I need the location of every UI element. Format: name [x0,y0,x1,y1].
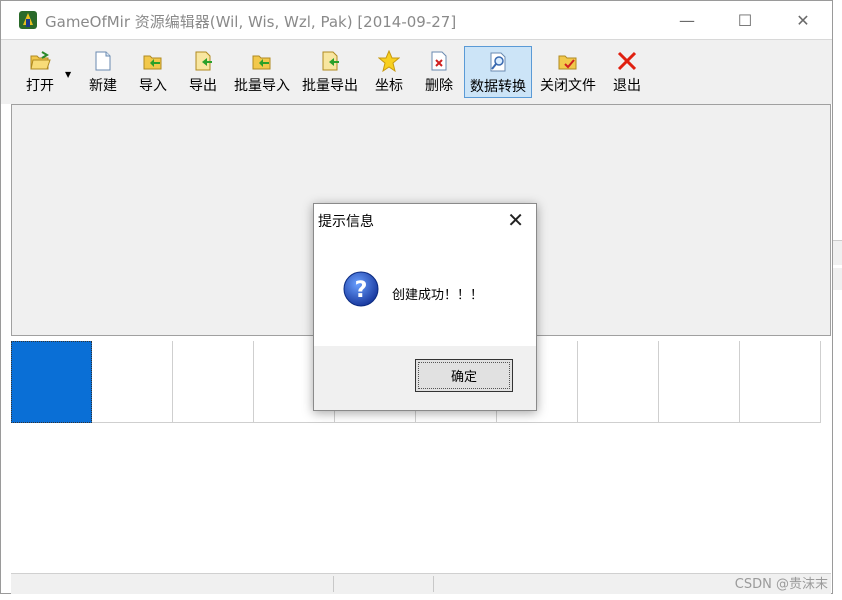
batch-export-label: 批量导出 [302,78,358,94]
convert-button[interactable]: 数据转换 [464,46,532,98]
delete-button[interactable]: 删除 [419,46,459,98]
new-label: 新建 [89,78,117,94]
dialog-title-bar: 提示信息 ✕ [314,204,536,236]
dialog-message: 创建成功！！！ [392,288,484,303]
star-icon [378,50,400,72]
window-title: GameOfMir 资源编辑器(Wil, Wis, Wzl, Pak) [201… [45,13,457,31]
title-bar: GameOfMir 资源编辑器(Wil, Wis, Wzl, Pak) [201… [1,1,832,39]
status-separator [333,576,334,592]
close-file-button[interactable]: 关闭文件 [537,46,599,98]
export-icon [195,51,212,71]
dialog-title: 提示信息 [318,214,374,230]
grid-cell[interactable] [11,341,92,423]
open-label: 打开 [26,78,54,94]
batch-import-label: 批量导入 [234,78,290,94]
toolbar: 打开 ▼ 新建 导入 导出 批量导入 批量导出 坐标 删除 数据转换 关闭文件 … [1,39,832,104]
app-logo-icon [19,11,37,29]
grid-cell[interactable] [659,341,740,423]
background-window-fragment [833,268,842,290]
message-dialog: 提示信息 ✕ ? 创建成功！！！ 确定 [313,203,537,411]
import-label: 导入 [139,78,167,94]
batch-import-icon [252,55,271,70]
minimize-button[interactable]: — [658,1,716,39]
watermark: CSDN @贵沫末 [734,577,828,592]
dialog-body: ? 创建成功！！！ [314,236,536,346]
batch-export-button[interactable]: 批量导出 [299,46,361,98]
exit-button[interactable]: 退出 [607,46,647,98]
export-button[interactable]: 导出 [183,46,223,98]
exit-label: 退出 [613,78,641,94]
status-bar [11,573,831,594]
coords-button[interactable]: 坐标 [369,46,409,98]
open-dropdown-arrow-icon[interactable]: ▼ [65,70,71,79]
import-icon [143,55,162,70]
status-separator [433,576,434,592]
batch-export-icon [322,51,339,71]
export-label: 导出 [189,78,217,94]
delete-label: 删除 [425,78,453,94]
import-button[interactable]: 导入 [133,46,173,98]
grid-cell[interactable] [578,341,659,423]
question-icon: ? [343,271,379,307]
grid-cell[interactable] [173,341,254,423]
delete-file-icon [431,51,447,71]
batch-import-button[interactable]: 批量导入 [231,46,293,98]
grid-cell[interactable] [92,341,173,423]
close-file-icon [558,55,577,70]
coords-label: 坐标 [375,78,403,94]
close-file-label: 关闭文件 [540,78,596,94]
exit-x-icon [617,51,637,71]
folder-open-icon [30,51,51,70]
svg-text:?: ? [355,278,368,303]
close-button[interactable]: ✕ [774,1,832,39]
open-button[interactable]: 打开 [19,46,61,98]
grid-cell[interactable] [740,341,821,423]
convert-label: 数据转换 [470,79,526,95]
new-button[interactable]: 新建 [83,46,123,98]
new-file-icon [95,51,111,71]
dialog-close-icon[interactable]: ✕ [507,208,524,232]
ok-button[interactable]: 确定 [415,359,513,392]
maximize-button[interactable]: ☐ [716,1,774,39]
background-window-fragment [833,240,842,265]
magnifier-icon [490,52,506,72]
